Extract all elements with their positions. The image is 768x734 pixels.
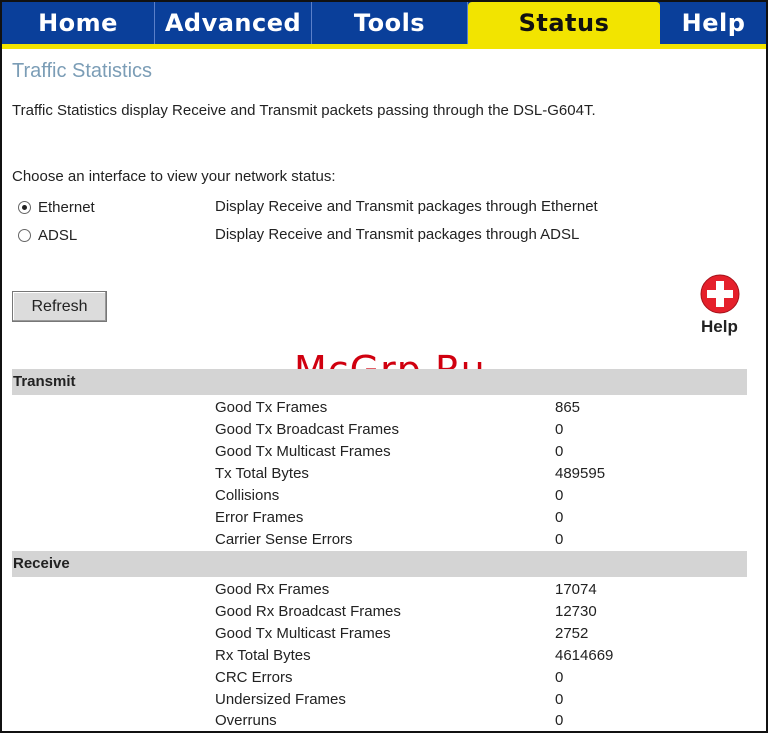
page-title: Traffic Statistics [12, 60, 153, 82]
adsl-label: ADSL [38, 227, 78, 244]
receive-heading: Receive [13, 555, 70, 572]
tab-home[interactable]: Home [2, 2, 155, 44]
stat-label: Rx Total Bytes [215, 647, 311, 664]
transmit-heading: Transmit [13, 373, 76, 390]
table-row: Tx Total Bytes 489595 [215, 465, 615, 487]
transmit-section-header: Transmit [12, 369, 747, 395]
stat-label: Undersized Frames [215, 691, 346, 708]
plus-circle-icon [700, 274, 740, 314]
table-row: Undersized Frames 0 [215, 691, 615, 713]
page-description: Traffic Statistics display Receive and T… [12, 102, 596, 119]
refresh-button[interactable]: Refresh [12, 291, 107, 322]
stat-value: 0 [555, 691, 564, 708]
table-row: Collisions 0 [215, 487, 615, 509]
help-label: Help [701, 317, 738, 336]
stat-label: Good Tx Broadcast Frames [215, 421, 399, 438]
tab-tools[interactable]: Tools [312, 2, 468, 44]
ethernet-description: Display Receive and Transmit packages th… [215, 198, 598, 215]
stat-value: 865 [555, 399, 581, 416]
table-row: CRC Errors 0 [215, 669, 615, 691]
ethernet-radio[interactable] [18, 201, 31, 214]
stat-label: Good Tx Frames [215, 399, 328, 416]
stat-value: 0 [555, 443, 564, 460]
stat-label: Collisions [215, 487, 280, 504]
interface-prompt: Choose an interface to view your network… [12, 168, 336, 185]
stat-value: 4614669 [555, 647, 614, 664]
table-row: Good Tx Frames 865 [215, 399, 615, 421]
stat-label: Good Rx Broadcast Frames [215, 603, 401, 620]
stat-value: 489595 [555, 465, 606, 482]
stat-value: 0 [555, 421, 564, 438]
table-row: Good Tx Multicast Frames 0 [215, 443, 615, 465]
adsl-description: Display Receive and Transmit packages th… [215, 226, 580, 243]
stat-value: 12730 [555, 603, 597, 620]
tab-help[interactable]: Help [661, 2, 766, 44]
stat-label: Carrier Sense Errors [215, 531, 353, 548]
stat-value: 0 [555, 509, 564, 526]
stat-label: Tx Total Bytes [215, 465, 309, 482]
stat-value: 0 [555, 669, 564, 686]
stat-value: 17074 [555, 581, 597, 598]
stat-value: 2752 [555, 625, 589, 642]
table-row: Good Rx Broadcast Frames 12730 [215, 603, 615, 625]
stat-label: Good Rx Frames [215, 581, 330, 598]
table-row: Carrier Sense Errors 0 [215, 531, 615, 553]
tab-underline [2, 44, 766, 49]
adsl-radio[interactable] [18, 229, 31, 242]
stat-value: 0 [555, 487, 564, 504]
receive-section-header: Receive [12, 551, 747, 577]
ethernet-label: Ethernet [38, 199, 95, 216]
table-row: Good Tx Multicast Frames 2752 [215, 625, 615, 647]
table-row: Overruns 0 [215, 712, 615, 734]
router-status-page: Home Advanced Tools Status Help Traffic … [0, 0, 768, 733]
top-nav-tabs: Home Advanced Tools Status Help [2, 2, 766, 44]
table-row: Good Tx Broadcast Frames 0 [215, 421, 615, 443]
stat-label: Good Tx Multicast Frames [215, 625, 391, 642]
stat-value: 0 [555, 531, 564, 548]
table-row: Error Frames 0 [215, 509, 615, 531]
table-row: Rx Total Bytes 4614669 [215, 647, 615, 669]
stat-label: Error Frames [215, 509, 304, 526]
tab-status[interactable]: Status [468, 2, 660, 44]
stat-label: Good Tx Multicast Frames [215, 443, 391, 460]
stat-label: CRC Errors [215, 669, 293, 686]
tab-advanced[interactable]: Advanced [155, 2, 312, 44]
stat-value: 0 [555, 712, 564, 729]
help-button[interactable]: Help [699, 273, 747, 341]
stat-label: Overruns [215, 712, 277, 729]
table-row: Good Rx Frames 17074 [215, 581, 615, 603]
